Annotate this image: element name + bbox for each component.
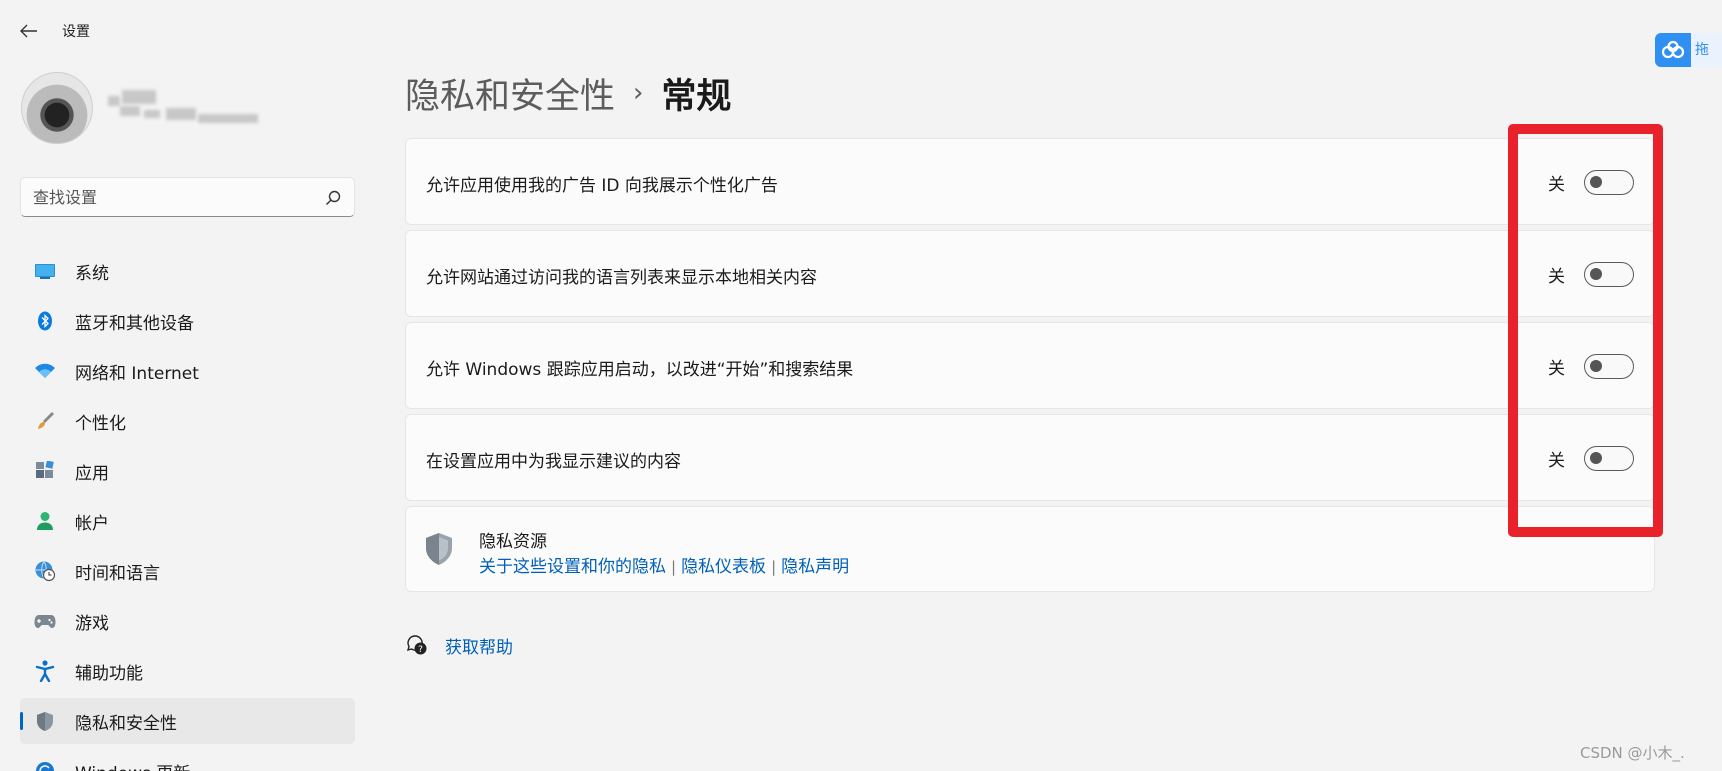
- search-box[interactable]: [20, 177, 355, 217]
- person-icon: [34, 510, 56, 532]
- setting-label: 允许网站通过访问我的语言列表来显示本地相关内容: [426, 268, 817, 288]
- setting-label: 允许 Windows 跟踪应用启动，以改进“开始”和搜索结果: [426, 360, 854, 380]
- sidebar: 系统 蓝牙和其他设备 网络和 Internet 个性化 应用: [0, 60, 370, 771]
- cloud-icon: [1659, 36, 1687, 64]
- setting-row-language-list: 允许网站通过访问我的语言列表来显示本地相关内容 关: [405, 230, 1655, 317]
- get-help-link[interactable]: 获取帮助: [445, 633, 513, 658]
- sidebar-item-personalization[interactable]: 个性化: [20, 398, 355, 444]
- back-button[interactable]: [14, 18, 44, 44]
- sidebar-item-privacy-security[interactable]: 隐私和安全性: [20, 698, 355, 744]
- sidebar-item-label: 应用: [75, 463, 109, 484]
- sidebar-item-accessibility[interactable]: 辅助功能: [20, 648, 355, 694]
- setting-label: 在设置应用中为我显示建议的内容: [426, 452, 681, 472]
- sidebar-item-label: 系统: [75, 263, 109, 284]
- accessibility-icon: [34, 660, 56, 682]
- globe-clock-icon: [34, 560, 56, 582]
- sidebar-item-accounts[interactable]: 帐户: [20, 498, 355, 544]
- sidebar-item-gaming[interactable]: 游戏: [20, 598, 355, 644]
- sidebar-item-label: 蓝牙和其他设备: [75, 313, 194, 334]
- title-bar: 设置: [0, 0, 1722, 60]
- page-title: 常规: [661, 76, 732, 117]
- gamepad-icon: [34, 610, 56, 632]
- privacy-shield-icon: [426, 533, 452, 565]
- sidebar-item-label: 帐户: [75, 513, 109, 534]
- sidebar-item-label: 隐私和安全性: [75, 713, 177, 734]
- search-icon[interactable]: [324, 189, 342, 207]
- bluetooth-icon: [34, 310, 56, 332]
- sidebar-item-label: 个性化: [75, 413, 126, 434]
- sidebar-item-label: Windows 更新: [75, 759, 190, 771]
- sidebar-item-windows-update[interactable]: Windows 更新: [20, 748, 355, 771]
- link-separator: |: [671, 558, 677, 576]
- brush-icon: [34, 410, 56, 432]
- main-content: 隐私和安全性 › 常规 允许应用使用我的广告 ID 向我展示个性化广告 关 允许…: [405, 60, 1655, 771]
- privacy-resources-card: 隐私资源 关于这些设置和你的隐私 | 隐私仪表板 | 隐私声明: [405, 506, 1655, 592]
- breadcrumb-parent[interactable]: 隐私和安全性: [405, 68, 615, 119]
- red-highlight-annotation: [1508, 124, 1663, 537]
- sidebar-item-label: 辅助功能: [75, 663, 143, 684]
- sidebar-item-label: 网络和 Internet: [75, 363, 199, 384]
- setting-row-app-launch-tracking: 允许 Windows 跟踪应用启动，以改进“开始”和搜索结果 关: [405, 322, 1655, 409]
- link-separator: |: [771, 558, 777, 576]
- privacy-settings-info-link[interactable]: 关于这些设置和你的隐私: [479, 557, 666, 577]
- svg-text:?: ?: [418, 645, 423, 655]
- resources-title: 隐私资源: [479, 532, 547, 552]
- watermark: CSDN @小木_.: [1580, 744, 1685, 762]
- sidebar-item-label: 游戏: [75, 613, 109, 634]
- user-name-blurred: [108, 90, 258, 130]
- sidebar-item-label: 时间和语言: [75, 563, 160, 584]
- app-title: 设置: [62, 24, 90, 40]
- floating-widget[interactable]: 拖: [1655, 33, 1722, 67]
- wifi-icon: [34, 360, 56, 382]
- monitor-icon: [34, 260, 56, 282]
- breadcrumb-separator: ›: [633, 78, 644, 108]
- help-chat-icon: ?: [405, 633, 429, 657]
- setting-row-suggested-content: 在设置应用中为我显示建议的内容 关: [405, 414, 1655, 501]
- sidebar-item-network[interactable]: 网络和 Internet: [20, 348, 355, 394]
- search-input[interactable]: [33, 178, 313, 216]
- apps-icon: [34, 460, 56, 482]
- sidebar-item-apps[interactable]: 应用: [20, 448, 355, 494]
- update-icon: [34, 760, 56, 771]
- back-arrow-icon: [20, 24, 37, 38]
- avatar[interactable]: [21, 72, 93, 144]
- resources-links: 关于这些设置和你的隐私 | 隐私仪表板 | 隐私声明: [479, 552, 849, 577]
- setting-row-advertising-id: 允许应用使用我的广告 ID 向我展示个性化广告 关: [405, 138, 1655, 225]
- sidebar-nav: 系统 蓝牙和其他设备 网络和 Internet 个性化 应用 帐户 时间和语言 …: [20, 248, 355, 771]
- breadcrumb: 隐私和安全性 › 常规: [405, 68, 731, 118]
- privacy-dashboard-link[interactable]: 隐私仪表板: [681, 557, 766, 577]
- sidebar-item-bluetooth[interactable]: 蓝牙和其他设备: [20, 298, 355, 344]
- shield-icon: [34, 710, 56, 732]
- get-help[interactable]: ? 获取帮助: [405, 630, 513, 660]
- setting-label: 允许应用使用我的广告 ID 向我展示个性化广告: [426, 176, 778, 196]
- privacy-statement-link[interactable]: 隐私声明: [781, 557, 849, 577]
- sidebar-item-time-language[interactable]: 时间和语言: [20, 548, 355, 594]
- sidebar-item-system[interactable]: 系统: [20, 248, 355, 294]
- floating-widget-text: 拖: [1691, 33, 1722, 67]
